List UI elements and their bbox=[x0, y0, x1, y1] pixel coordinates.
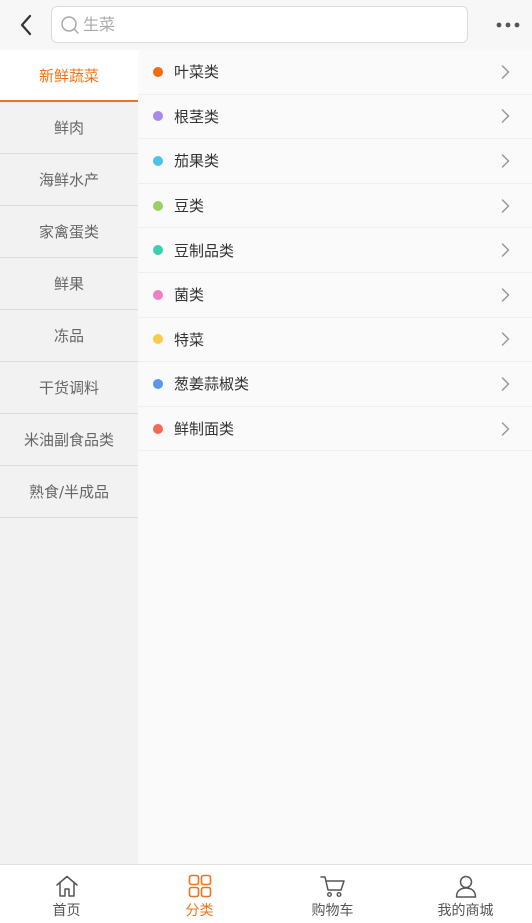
color-dot-icon bbox=[153, 66, 163, 77]
color-dot-icon bbox=[153, 111, 163, 122]
category-item-frozen[interactable]: 冻品 bbox=[0, 310, 138, 362]
subcategory-label: 茄果类 bbox=[174, 152, 220, 171]
color-dot-icon bbox=[153, 155, 163, 166]
chevron-right-icon bbox=[501, 65, 510, 79]
tab-my-mall[interactable]: 我的商城 bbox=[399, 865, 532, 923]
category-item-seafood[interactable]: 海鲜水产 bbox=[0, 154, 138, 206]
subcategory-item[interactable]: 豆类 bbox=[138, 183, 532, 229]
subcategory-item[interactable]: 鲜制面类 bbox=[138, 406, 532, 452]
tab-label: 购物车 bbox=[311, 903, 354, 919]
tab-cart[interactable]: 购物车 bbox=[266, 865, 399, 923]
tab-home[interactable]: 首页 bbox=[0, 865, 133, 923]
subcategory-item[interactable]: 特菜 bbox=[138, 317, 532, 363]
subcategory-item[interactable]: 豆制品类 bbox=[138, 228, 532, 273]
color-dot-icon bbox=[153, 245, 163, 256]
chevron-right-icon bbox=[501, 421, 510, 436]
search-icon bbox=[61, 15, 79, 34]
category-item-cooked-food[interactable]: 熟食/半成品 bbox=[0, 466, 138, 518]
cart-icon bbox=[319, 876, 345, 898]
top-bar bbox=[0, 0, 532, 50]
subcategory-label: 豆制品类 bbox=[174, 241, 235, 260]
category-item-fresh-meat[interactable]: 鲜肉 bbox=[0, 102, 138, 154]
category-sidebar: 新鲜蔬菜 鲜肉 海鲜水产 家禽蛋类 鲜果 冻品 干货调料 米油副食品类 熟食/半… bbox=[0, 50, 138, 864]
chevron-right-icon bbox=[501, 332, 510, 347]
category-item-fresh-vegetables[interactable]: 新鲜蔬菜 bbox=[0, 50, 138, 102]
color-dot-icon bbox=[153, 200, 163, 211]
category-item-rice-oil[interactable]: 米油副食品类 bbox=[0, 414, 138, 466]
color-dot-icon bbox=[153, 334, 163, 345]
subcategory-label: 叶菜类 bbox=[174, 63, 220, 82]
home-icon bbox=[55, 875, 78, 897]
chevron-right-icon bbox=[501, 198, 510, 213]
tab-label: 分类 bbox=[185, 903, 214, 919]
subcategory-item[interactable]: 根茎类 bbox=[138, 94, 532, 140]
chevron-right-icon bbox=[501, 154, 510, 168]
more-button[interactable] bbox=[490, 9, 526, 41]
tab-label: 我的商城 bbox=[437, 903, 494, 919]
subcategory-label: 鲜制面类 bbox=[174, 420, 235, 439]
subcategory-label: 豆类 bbox=[174, 197, 205, 216]
user-icon bbox=[455, 875, 476, 898]
chevron-left-icon bbox=[20, 14, 32, 36]
bottom-tab-bar: 首页 分类 购物车 我的商城 bbox=[0, 864, 532, 923]
subcategory-item[interactable]: 葱姜蒜椒类 bbox=[138, 362, 532, 407]
subcategory-label: 菌类 bbox=[174, 286, 205, 305]
subcategory-label: 特菜 bbox=[174, 330, 205, 349]
color-dot-icon bbox=[153, 378, 163, 389]
tab-category[interactable]: 分类 bbox=[133, 865, 266, 923]
subcategory-list: 叶菜类 根茎类 茄果类 豆类 豆制品类 菌类 特菜 葱姜蒜椒类 鲜制面类 bbox=[138, 50, 532, 864]
search-box[interactable] bbox=[51, 6, 468, 43]
subcategory-label: 根茎类 bbox=[174, 107, 220, 126]
tab-label: 首页 bbox=[52, 903, 81, 919]
category-item-fresh-fruit[interactable]: 鲜果 bbox=[0, 258, 138, 310]
chevron-right-icon bbox=[501, 109, 510, 124]
search-input[interactable] bbox=[83, 15, 453, 34]
category-icon bbox=[188, 874, 211, 898]
subcategory-item[interactable]: 菌类 bbox=[138, 272, 532, 318]
subcategory-label: 葱姜蒜椒类 bbox=[174, 375, 250, 394]
back-button[interactable] bbox=[10, 9, 42, 41]
chevron-right-icon bbox=[501, 288, 510, 302]
subcategory-item[interactable]: 叶菜类 bbox=[138, 50, 532, 95]
chevron-right-icon bbox=[501, 377, 510, 391]
color-dot-icon bbox=[153, 423, 163, 434]
category-item-dry-goods[interactable]: 干货调料 bbox=[0, 362, 138, 414]
more-dots-icon bbox=[496, 22, 520, 28]
chevron-right-icon bbox=[501, 243, 510, 257]
color-dot-icon bbox=[153, 289, 163, 300]
subcategory-item[interactable]: 茄果类 bbox=[138, 139, 532, 184]
category-item-poultry-eggs[interactable]: 家禽蛋类 bbox=[0, 206, 138, 258]
